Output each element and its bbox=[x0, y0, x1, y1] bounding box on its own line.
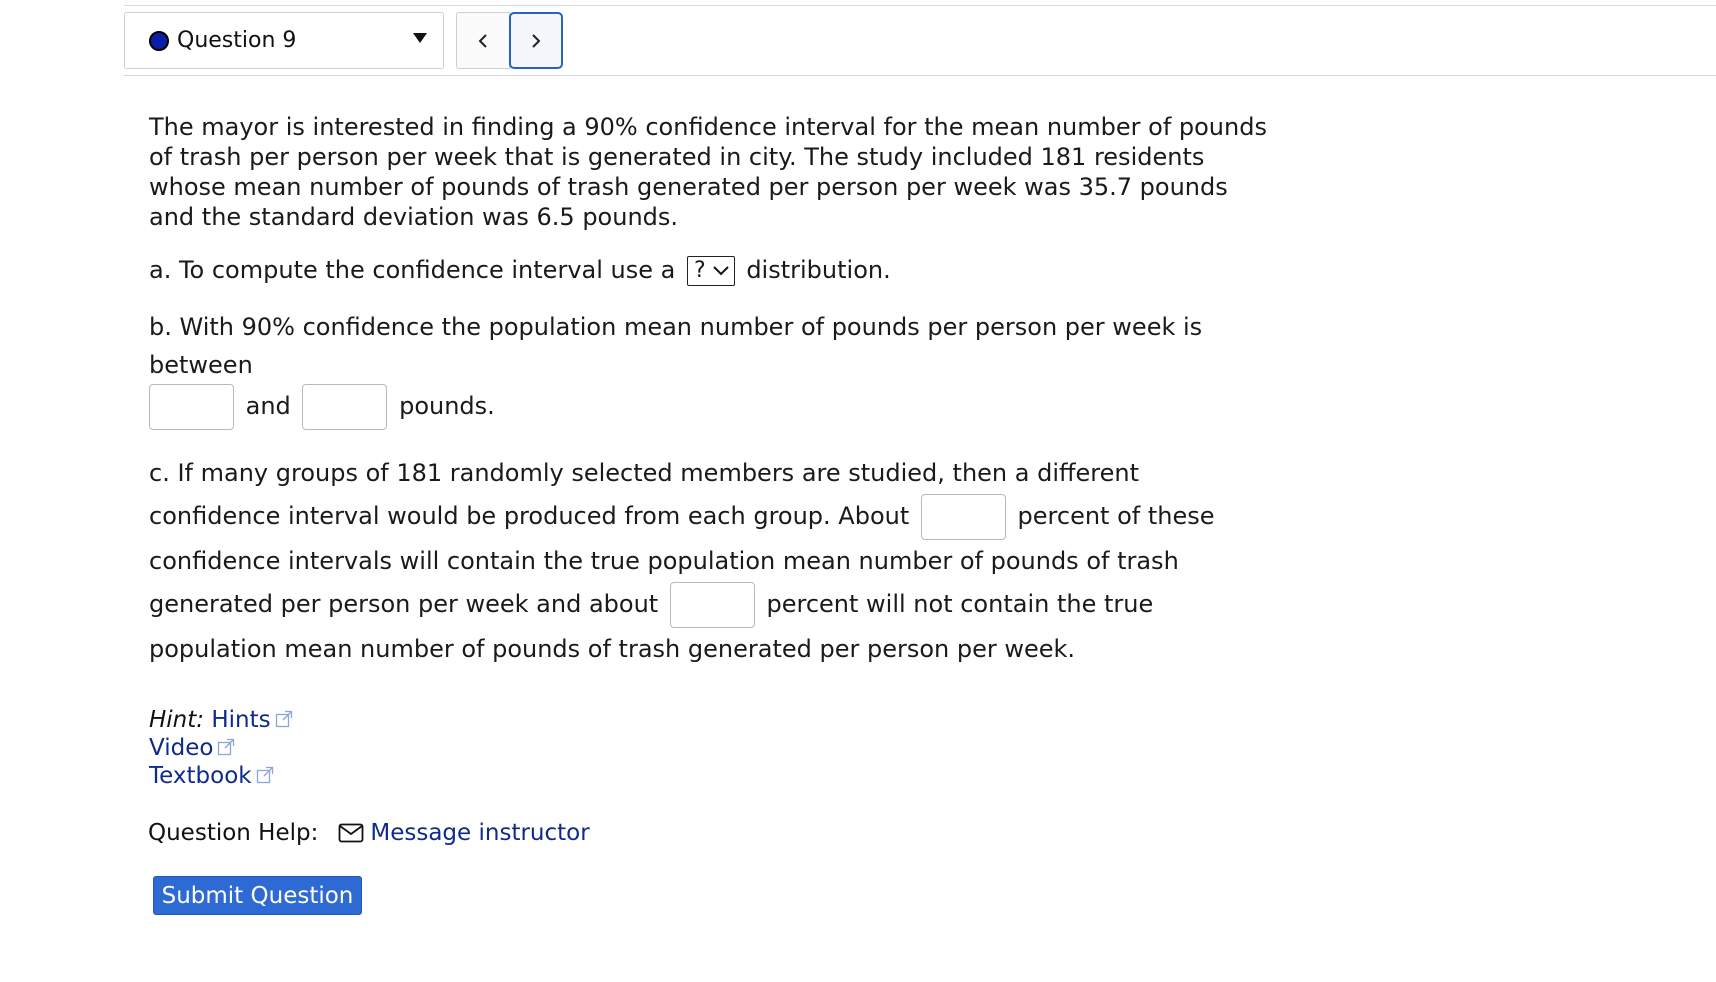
video-row: Video bbox=[149, 734, 1269, 762]
video-link[interactable]: Video bbox=[149, 735, 235, 761]
question-selector[interactable]: Question 9 bbox=[124, 12, 444, 69]
textbook-row: Textbook bbox=[149, 762, 1269, 790]
problem-intro: The mayor is interested in finding a 90%… bbox=[149, 113, 1267, 231]
textbook-link[interactable]: Textbook bbox=[149, 763, 274, 789]
upper-bound-input[interactable] bbox=[302, 384, 388, 430]
textbook-link-label: Textbook bbox=[149, 763, 252, 789]
distribution-select-value: ? bbox=[693, 258, 706, 283]
previous-question-button[interactable] bbox=[456, 12, 510, 69]
dropdown-caret-icon bbox=[413, 33, 427, 43]
part-a-text-before: a. To compute the confidence interval us… bbox=[149, 256, 676, 284]
question-nav bbox=[456, 12, 563, 69]
video-link-label: Video bbox=[149, 735, 214, 761]
external-link-icon bbox=[256, 766, 273, 784]
question-help-label: Question Help: bbox=[148, 820, 319, 846]
part-a-text-after: distribution. bbox=[746, 256, 891, 284]
chevron-down-icon bbox=[712, 266, 729, 276]
question-status-dot bbox=[149, 30, 169, 51]
part-c: c. If many groups of 181 randomly select… bbox=[149, 452, 1269, 670]
external-link-icon bbox=[275, 710, 292, 728]
part-a: a. To compute the confidence interval us… bbox=[149, 254, 1269, 286]
message-instructor-link[interactable]: Message instructor bbox=[370, 820, 589, 846]
header-divider bbox=[124, 75, 1716, 76]
top-divider bbox=[124, 5, 1716, 6]
resource-links: Hint: Hints Video Textbook bbox=[149, 706, 1269, 790]
chevron-left-icon bbox=[478, 33, 487, 48]
part-b: b. With 90% confidence the population me… bbox=[149, 308, 1269, 430]
hints-link-label: Hints bbox=[211, 707, 271, 733]
distribution-select[interactable]: ? bbox=[686, 256, 735, 286]
chevron-right-icon bbox=[532, 33, 541, 48]
question-help: Question Help: Message instructor bbox=[148, 820, 590, 846]
part-b-text-before: b. With 90% confidence the population me… bbox=[149, 313, 1203, 379]
submit-question-button[interactable]: Submit Question bbox=[153, 876, 362, 915]
question-body: The mayor is interested in finding a 90%… bbox=[149, 112, 1269, 790]
lower-bound-input[interactable] bbox=[149, 384, 234, 430]
hint-label: Hint: bbox=[149, 707, 205, 733]
external-link-icon bbox=[218, 738, 235, 756]
not-contain-percent-input[interactable] bbox=[669, 582, 755, 628]
question-label: Question 9 bbox=[177, 28, 297, 53]
hints-link[interactable]: Hints bbox=[211, 707, 292, 733]
mail-icon bbox=[338, 823, 364, 843]
part-b-text-after: pounds. bbox=[399, 392, 495, 420]
next-question-button[interactable] bbox=[509, 12, 563, 69]
contain-percent-input[interactable] bbox=[920, 494, 1006, 540]
part-b-and: and bbox=[245, 392, 291, 420]
hint-row: Hint: Hints bbox=[149, 706, 1269, 734]
